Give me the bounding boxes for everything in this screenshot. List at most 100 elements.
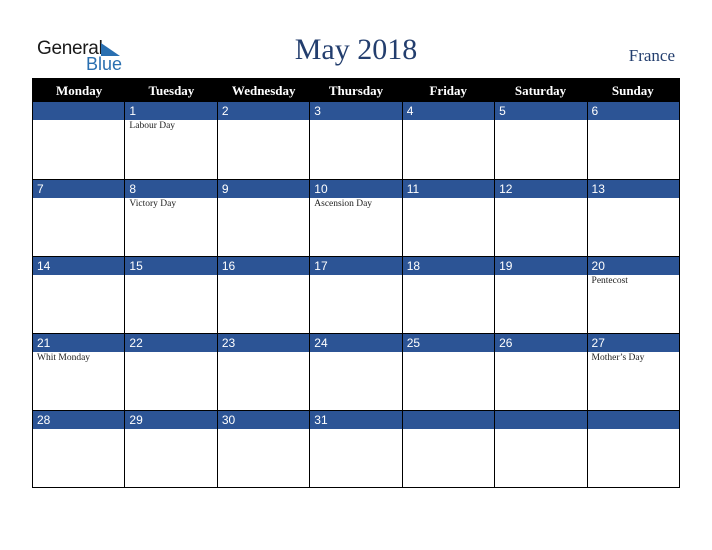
holiday-label (218, 429, 309, 430)
day-cell[interactable]: 23 (216, 334, 310, 410)
day-cell[interactable]: 18 (401, 257, 495, 333)
holiday-label: Mother’s Day (591, 353, 645, 363)
holiday-label (218, 275, 309, 276)
holiday-label (125, 352, 216, 353)
week-row: 1 Labour Day 2 3 4 5 6 (33, 102, 679, 179)
holiday-label (495, 275, 586, 276)
country-label: France (628, 46, 675, 65)
holiday-label (495, 429, 586, 430)
weekday-saturday: Saturday (514, 83, 567, 98)
day-cell[interactable]: 30 (216, 411, 310, 487)
weekday-sunday: Sunday (611, 83, 654, 98)
day-cell[interactable] (401, 411, 495, 487)
day-cell[interactable]: 3 (309, 102, 402, 179)
week-row: 28 29 30 31 (33, 410, 679, 487)
holiday-label (33, 198, 124, 199)
day-number: 30 (217, 411, 310, 429)
day-number: 8 (125, 180, 217, 198)
day-cell[interactable]: 26 (494, 334, 587, 410)
page-title: May 2018 (294, 33, 418, 66)
holiday-label (218, 198, 309, 199)
day-cell[interactable]: 2 (216, 102, 310, 179)
weekday-thursday: Thursday (328, 83, 384, 98)
day-number: 22 (125, 334, 217, 352)
day-number: 17 (310, 257, 402, 275)
holiday-label (495, 120, 586, 121)
weekday-header: Monday Tuesday Wednesday Thursday Friday Satu… (33, 79, 679, 102)
day-number: 20 (587, 257, 679, 275)
day-number (495, 411, 587, 429)
holiday-label (33, 275, 124, 276)
day-number: 11 (402, 180, 495, 198)
day-number: 10 (310, 180, 402, 198)
day-number: 12 (495, 180, 587, 198)
week-row: 7 8 Victory Day 9 10 Ascension Day 11 12 13 (33, 179, 679, 256)
day-number: 14 (33, 257, 125, 275)
day-number (402, 411, 495, 429)
day-number: 25 (402, 334, 495, 352)
day-number: 6 (587, 102, 679, 120)
day-cell[interactable]: 19 (494, 257, 587, 333)
day-number: 16 (217, 257, 310, 275)
day-number: 27 (587, 334, 679, 352)
day-number (33, 102, 125, 120)
day-number: 3 (310, 102, 402, 120)
holiday-label (33, 429, 124, 430)
day-cell[interactable]: 25 (401, 334, 495, 410)
day-number: 28 (33, 411, 125, 429)
day-number: 29 (125, 411, 217, 429)
day-cell[interactable]: 1 Labour Day (124, 102, 217, 179)
holiday-label (403, 352, 494, 353)
day-cell[interactable]: 29 (124, 411, 217, 487)
day-cell[interactable]: 31 (309, 411, 402, 487)
day-cell[interactable]: 6 (586, 102, 679, 179)
day-cell[interactable]: 28 (33, 411, 125, 487)
holiday-label (310, 429, 401, 430)
day-cell[interactable]: 11 (401, 180, 495, 256)
holiday-label (33, 120, 124, 121)
day-cell[interactable] (33, 102, 125, 179)
day-cell[interactable]: 16 (216, 257, 310, 333)
day-cell[interactable]: 9 (216, 180, 310, 256)
day-number: 18 (402, 257, 495, 275)
day-number: 13 (587, 180, 679, 198)
holiday-label (310, 352, 401, 353)
day-cell[interactable]: 22 (124, 334, 217, 410)
day-cell[interactable] (494, 411, 587, 487)
day-number: 4 (402, 102, 495, 120)
day-cell[interactable]: 27 Mother’s Day (586, 334, 679, 410)
day-cell[interactable]: 5 (494, 102, 587, 179)
holiday-label (403, 275, 494, 276)
day-cell[interactable]: 15 (124, 257, 217, 333)
day-number: 19 (495, 257, 587, 275)
holiday-label (588, 429, 679, 430)
week-row: 14 15 16 17 18 19 20 Pentecost (33, 256, 679, 333)
day-cell[interactable]: 4 (401, 102, 495, 179)
day-cell[interactable]: 10 Ascension Day (309, 180, 402, 256)
day-cell[interactable]: 17 (309, 257, 402, 333)
holiday-label (218, 352, 309, 353)
holiday-label (310, 120, 401, 121)
weekday-friday: Friday (429, 83, 468, 98)
day-cell[interactable]: 14 (33, 257, 125, 333)
holiday-label: Victory Day (129, 199, 177, 209)
holiday-label (588, 198, 679, 199)
day-cell[interactable]: 13 (586, 180, 679, 256)
day-number: 24 (310, 334, 402, 352)
calendar-grid: Monday Tuesday Wednesday Thursday Friday Satu… (32, 78, 680, 488)
day-cell[interactable]: 24 (309, 334, 402, 410)
day-number: 26 (495, 334, 587, 352)
holiday-label (588, 120, 679, 121)
weekday-tuesday: Tuesday (148, 83, 195, 98)
day-cell[interactable]: 12 (494, 180, 587, 256)
holiday-label (125, 429, 216, 430)
day-cell[interactable]: 8 Victory Day (124, 180, 217, 256)
holiday-label: Pentecost (591, 276, 628, 286)
day-cell[interactable]: 21 Whit Monday (33, 334, 125, 410)
week-row: 21 Whit Monday 22 23 24 25 26 27 Mother’s Day (33, 333, 679, 410)
day-cell[interactable] (586, 411, 679, 487)
day-cell[interactable]: 7 (33, 180, 125, 256)
day-number (587, 411, 679, 429)
weekday-wednesday: Wednesday (231, 83, 296, 98)
day-cell[interactable]: 20 Pentecost (586, 257, 679, 333)
